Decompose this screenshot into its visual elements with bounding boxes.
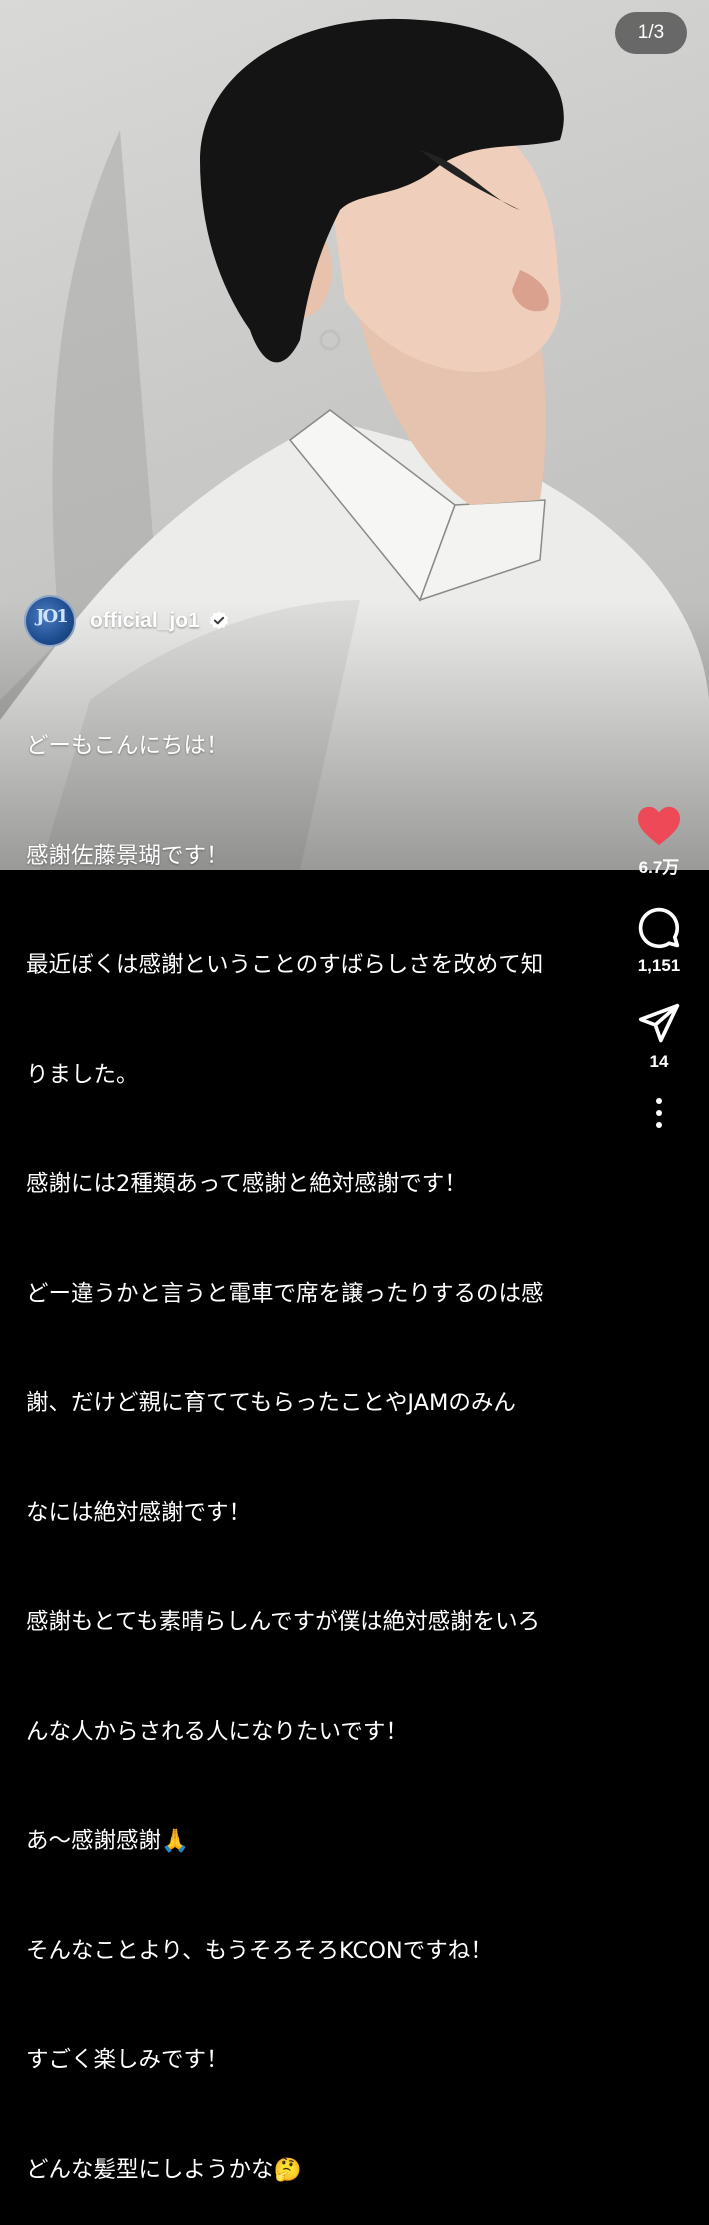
caption-line: すごく楽しみです！ — [26, 2047, 229, 2073]
avatar[interactable]: JO1 — [24, 595, 76, 647]
caption-line: どー違うかと言うと電車で席を譲ったりするのは感 — [26, 1280, 544, 1307]
like-button[interactable]: 6.7万 — [636, 805, 682, 878]
caption-line: そんなことより、もうそろそろKCONですね！ — [26, 1937, 493, 1964]
caption-line: 感謝佐藤景瑚です！ — [26, 842, 229, 869]
action-rail: 6.7万 1,151 14 — [629, 805, 689, 1130]
verified-badge-icon — [209, 611, 228, 630]
caption-line: 謝、だけど親に育ててもらったことやJAMのみん — [26, 1390, 516, 1416]
caption-line: どんな髪型にしようかな🤔 — [26, 2156, 302, 2183]
comment-count: 1,151 — [637, 956, 681, 975]
more-options-button[interactable] — [653, 1096, 665, 1130]
post-author[interactable]: JO1 official_jo1 — [24, 595, 230, 647]
caption-line: なには絶対感謝です！ — [26, 1499, 252, 1526]
share-button[interactable]: 14 — [637, 1002, 681, 1072]
caption-line: んな人からされる人になりたいです！ — [26, 1718, 408, 1745]
heart-icon — [638, 806, 680, 846]
caption-line: 感謝には2種類あって感謝と絶対感謝です！ — [26, 1171, 467, 1197]
page-indicator: 1/3 — [615, 12, 687, 54]
caption-line: どーもこんにちは！ — [26, 733, 229, 759]
more-vertical-icon — [656, 1098, 662, 1128]
comment-icon — [638, 907, 680, 949]
send-icon — [638, 1003, 680, 1043]
post-caption[interactable]: どーもこんにちは！ 感謝佐藤景瑚です！ 最近ぼくは感謝ということのすばらしさを改… — [26, 655, 626, 2225]
like-count: 6.7万 — [638, 858, 680, 877]
share-count: 14 — [649, 1052, 669, 1071]
caption-line: あ〜感謝感謝🙏 — [26, 1828, 190, 1854]
caption-line: 感謝もとても素晴らしんですが僕は絶対感謝をいろ — [26, 1609, 541, 1635]
username[interactable]: official_jo1 — [90, 609, 200, 633]
caption-line: 最近ぼくは感謝ということのすばらしさを改めて知 — [26, 952, 544, 978]
comment-button[interactable]: 1,151 — [637, 906, 681, 976]
caption-line: りました。 — [26, 1061, 139, 1088]
